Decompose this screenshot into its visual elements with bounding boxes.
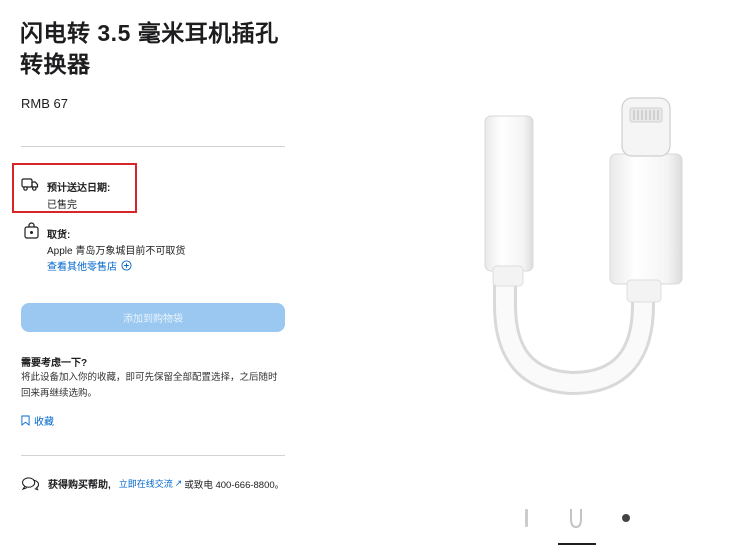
other-stores-link[interactable]: 查看其他零售店 <box>47 258 132 273</box>
truck-icon <box>21 175 39 198</box>
help-label: 获得购买帮助, <box>48 480 111 491</box>
thumbnail-front-view[interactable] <box>566 506 586 530</box>
consider-text: 将此设备加入你的收藏，即可先保留全部配置选择，之后随时回来再继续选购。 <box>21 372 278 399</box>
product-title: 闪电转 3.5 毫米耳机插孔转换器 <box>20 20 279 77</box>
thumbnail-side-view[interactable] <box>522 507 532 529</box>
selected-thumbnail-indicator <box>558 543 596 545</box>
save-to-favorites-link[interactable]: 收藏 <box>21 413 54 428</box>
delivery-label: 预计送达日期: <box>47 183 111 194</box>
product-image <box>455 70 725 400</box>
save-label: 收藏 <box>34 417 54 428</box>
purchase-help: 获得购买帮助, 立即在线交流 ↗ 或致电 400-666-8800。 <box>21 476 284 491</box>
pickup-status: Apple 青岛万象城目前不可取货 <box>47 246 186 257</box>
add-to-bag-button[interactable]: 添加到购物袋 <box>21 303 285 332</box>
consider-title: 需要考虑一下? <box>21 358 88 369</box>
pickup-label: 取货: <box>47 230 71 241</box>
product-price: RMB 67 <box>21 96 68 111</box>
bag-icon <box>23 222 41 245</box>
other-stores-label: 查看其他零售店 <box>47 262 117 273</box>
divider <box>21 146 285 147</box>
divider <box>21 455 285 456</box>
arrow-up-right-icon: ↗ <box>174 478 183 488</box>
call-text: 或致电 400-666-8800。 <box>184 479 285 491</box>
delivery-status: 已售完 <box>47 200 77 211</box>
circle-plus-icon <box>121 260 132 271</box>
bookmark-icon <box>21 415 30 426</box>
chat-link[interactable]: 立即在线交流 <box>119 477 173 490</box>
thumbnail-dot[interactable] <box>622 514 630 522</box>
chat-bubbles-icon <box>21 477 39 491</box>
